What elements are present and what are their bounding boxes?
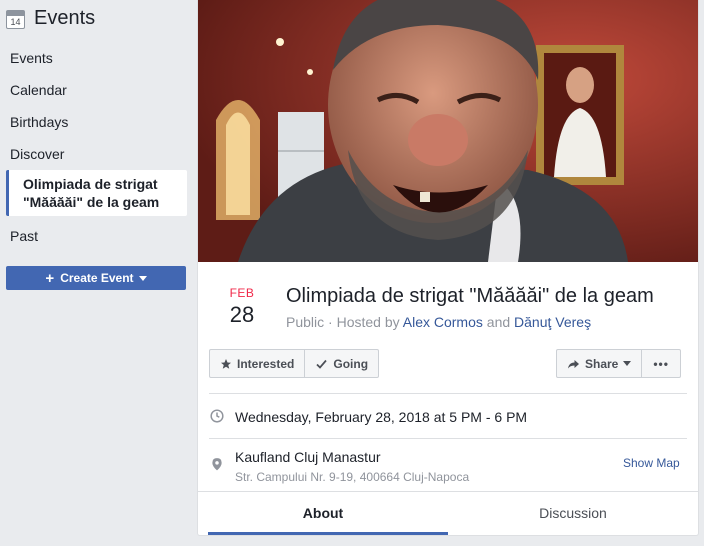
host-link-1[interactable]: Alex Cormos <box>403 314 483 330</box>
create-event-label: Create Event <box>60 271 134 285</box>
sidebar-title: Events <box>34 6 96 29</box>
going-button[interactable]: Going <box>304 350 378 377</box>
share-label: Share <box>585 356 619 371</box>
show-map-link[interactable]: Show Map <box>623 456 680 470</box>
caret-down-icon <box>623 361 632 366</box>
more-options-button[interactable]: ••• <box>641 350 680 377</box>
sidebar-item-calendar[interactable]: Calendar <box>0 74 197 106</box>
check-icon <box>316 359 328 369</box>
sidebar-item-discover[interactable]: Discover <box>0 138 197 170</box>
sidebar-item-current-event[interactable]: Olimpiada de strigat "Măăăăi" de la geam <box>6 170 187 216</box>
tab-about[interactable]: About <box>198 492 448 535</box>
location-name[interactable]: Kaufland Cluj Manastur <box>235 449 469 465</box>
sidebar-item-past[interactable]: Past <box>0 220 197 252</box>
event-month: FEB <box>229 286 255 300</box>
event-meta: Public · Hosted by Alex Cormos and Dănuţ… <box>286 314 591 330</box>
interested-button[interactable]: Interested <box>210 350 304 377</box>
plus-icon: + <box>45 269 55 287</box>
calendar-icon: 14 <box>6 9 25 29</box>
divider <box>209 393 687 394</box>
share-buttons: Share ••• <box>556 349 681 378</box>
clock-icon <box>210 409 224 423</box>
rsvp-buttons: Interested Going <box>209 349 380 378</box>
hosted-by-label: · Hosted by <box>328 314 400 330</box>
location-address: Str. Campului Nr. 9-19, 400664 Cluj-Napo… <box>235 470 470 484</box>
going-label: Going <box>333 356 369 371</box>
event-location-row: Kaufland Cluj Manastur Str. Campului Nr.… <box>210 449 469 484</box>
interested-label: Interested <box>237 356 295 371</box>
share-arrow-icon <box>568 359 579 368</box>
and-label: and <box>486 314 511 330</box>
event-title: Olimpiada de strigat "Măăăăi" de la geam <box>286 285 654 307</box>
map-pin-icon <box>212 458 222 471</box>
tab-discussion[interactable]: Discussion <box>448 492 698 535</box>
event-privacy: Public <box>286 314 325 330</box>
event-card: FEB 28 Olimpiada de strigat "Măăăăi" de … <box>197 0 699 536</box>
cover-photo[interactable] <box>198 0 698 262</box>
event-day: 28 <box>229 302 255 327</box>
event-date: FEB 28 <box>220 286 264 328</box>
divider <box>209 438 687 439</box>
event-datetime[interactable]: Wednesday, February 28, 2018 at 5 PM - 6… <box>235 409 527 425</box>
sidebar-header: 14 Events <box>6 5 95 31</box>
event-tabs: About Discussion <box>198 491 698 535</box>
star-icon <box>221 358 231 369</box>
sidebar-item-birthdays[interactable]: Birthdays <box>0 106 197 138</box>
sidebar-nav: Events Calendar Birthdays Discover Olimp… <box>0 42 197 252</box>
host-link-2[interactable]: Dănuţ Vereş <box>514 314 591 330</box>
sidebar: 14 Events Events Calendar Birthdays Disc… <box>0 0 197 546</box>
share-button[interactable]: Share <box>557 350 641 377</box>
event-time-row: Wednesday, February 28, 2018 at 5 PM - 6… <box>210 409 527 425</box>
cover-photo-image <box>198 0 698 262</box>
caret-down-icon <box>138 275 147 281</box>
create-event-button[interactable]: + Create Event <box>6 266 186 290</box>
sidebar-item-events[interactable]: Events <box>0 42 197 74</box>
